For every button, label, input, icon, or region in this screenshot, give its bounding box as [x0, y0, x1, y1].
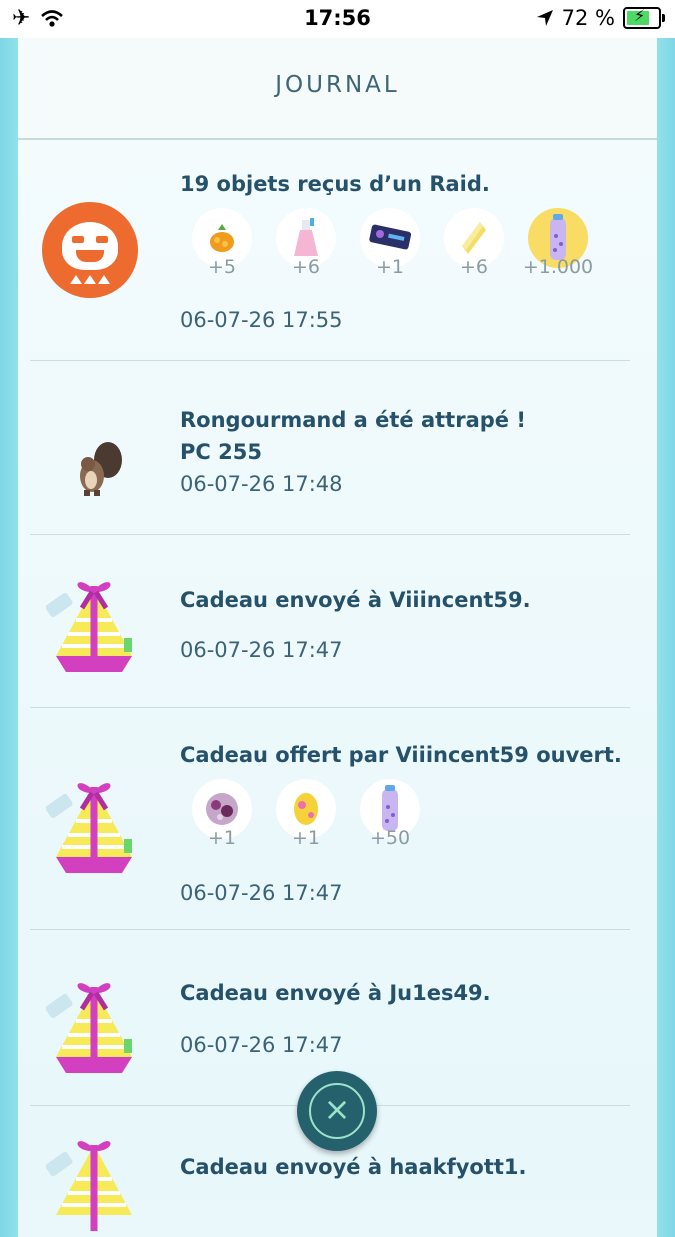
sticker-icon [206, 793, 238, 825]
raid-badge-icon [42, 202, 138, 298]
gift-icon [46, 582, 132, 672]
entry-date: 06-07-26 17:55 [180, 308, 343, 332]
entry-date: 06-07-26 17:47 [180, 881, 343, 905]
gift-icon [46, 1141, 132, 1231]
item-qty: +6 [291, 256, 320, 278]
entry-text: 19 objets reçus d’un Raid. [180, 172, 490, 196]
journal-entry: Cadeau offert par Viiincent59 ouvert. +1 [30, 707, 630, 930]
egg-icon [294, 793, 318, 825]
page-title: JOURNAL [275, 72, 400, 98]
location-arrow-icon [536, 10, 553, 26]
entry-subtext: PC 255 [180, 440, 262, 464]
gift-icon [46, 783, 132, 873]
reward-item: +1 [360, 208, 420, 278]
reward-items: +1 +1 +50 [192, 779, 420, 849]
journal-entry: Rongourmand a été attrapé ! PC 255 06-07… [30, 360, 630, 535]
status-bar: ✈ 17:56 72 % ⚡ [0, 0, 675, 38]
tm-icon [369, 224, 412, 250]
reward-item: +5 [192, 208, 252, 278]
reward-item: +1.000 [523, 208, 593, 278]
entry-text: Cadeau envoyé à haakfyott1. [180, 1155, 527, 1179]
status-right: 72 % ⚡ [536, 6, 665, 30]
pokemon-icon [80, 442, 122, 496]
entry-text: Cadeau envoyé à Ju1es49. [180, 981, 491, 1005]
item-qty: +1.000 [522, 256, 594, 278]
journal-panel: JOURNAL 19 objets reçus d’un Raid. +5 +6… [18, 38, 657, 1231]
rare-candy-icon [462, 222, 486, 254]
journal-header: JOURNAL [18, 38, 657, 140]
entry-text: Cadeau offert par Viiincent59 ouvert. [180, 743, 622, 767]
reward-item: +6 [276, 208, 336, 278]
item-qty: +1 [291, 827, 320, 849]
reward-items: +5 +6 +1 +6 +1.000 [192, 208, 593, 278]
close-button[interactable]: × [297, 1071, 377, 1151]
close-icon: × [323, 1090, 351, 1128]
gift-icon [46, 983, 132, 1073]
journal-entry: 19 objets reçus d’un Raid. +5 +6 +1 +6 +… [30, 140, 630, 361]
item-qty: +1 [375, 256, 404, 278]
item-qty: +6 [459, 256, 488, 278]
battery-percent: 72 % [561, 6, 615, 30]
item-qty: +1 [207, 827, 236, 849]
item-qty: +5 [207, 256, 236, 278]
stardust-icon [550, 214, 566, 260]
entry-text: Cadeau envoyé à Viiincent59. [180, 588, 531, 612]
reward-item: +1 [276, 779, 336, 849]
entry-date: 06-07-26 17:47 [180, 638, 343, 662]
entry-date: 06-07-26 17:47 [180, 1033, 343, 1057]
battery-charging-icon: ⚡ [623, 6, 665, 29]
journal-entry: Cadeau envoyé à Viiincent59. 06-07-26 17… [30, 534, 630, 708]
reward-item: +6 [444, 208, 504, 278]
golden-razz-berry-icon [210, 224, 234, 252]
reward-item: +50 [360, 779, 420, 849]
entry-text: Rongourmand a été attrapé ! [180, 408, 526, 432]
entry-date: 06-07-26 17:48 [180, 472, 343, 496]
reward-item: +1 [192, 779, 252, 849]
potion-icon [294, 218, 318, 256]
item-qty: +50 [369, 827, 411, 849]
stardust-icon [382, 785, 398, 831]
